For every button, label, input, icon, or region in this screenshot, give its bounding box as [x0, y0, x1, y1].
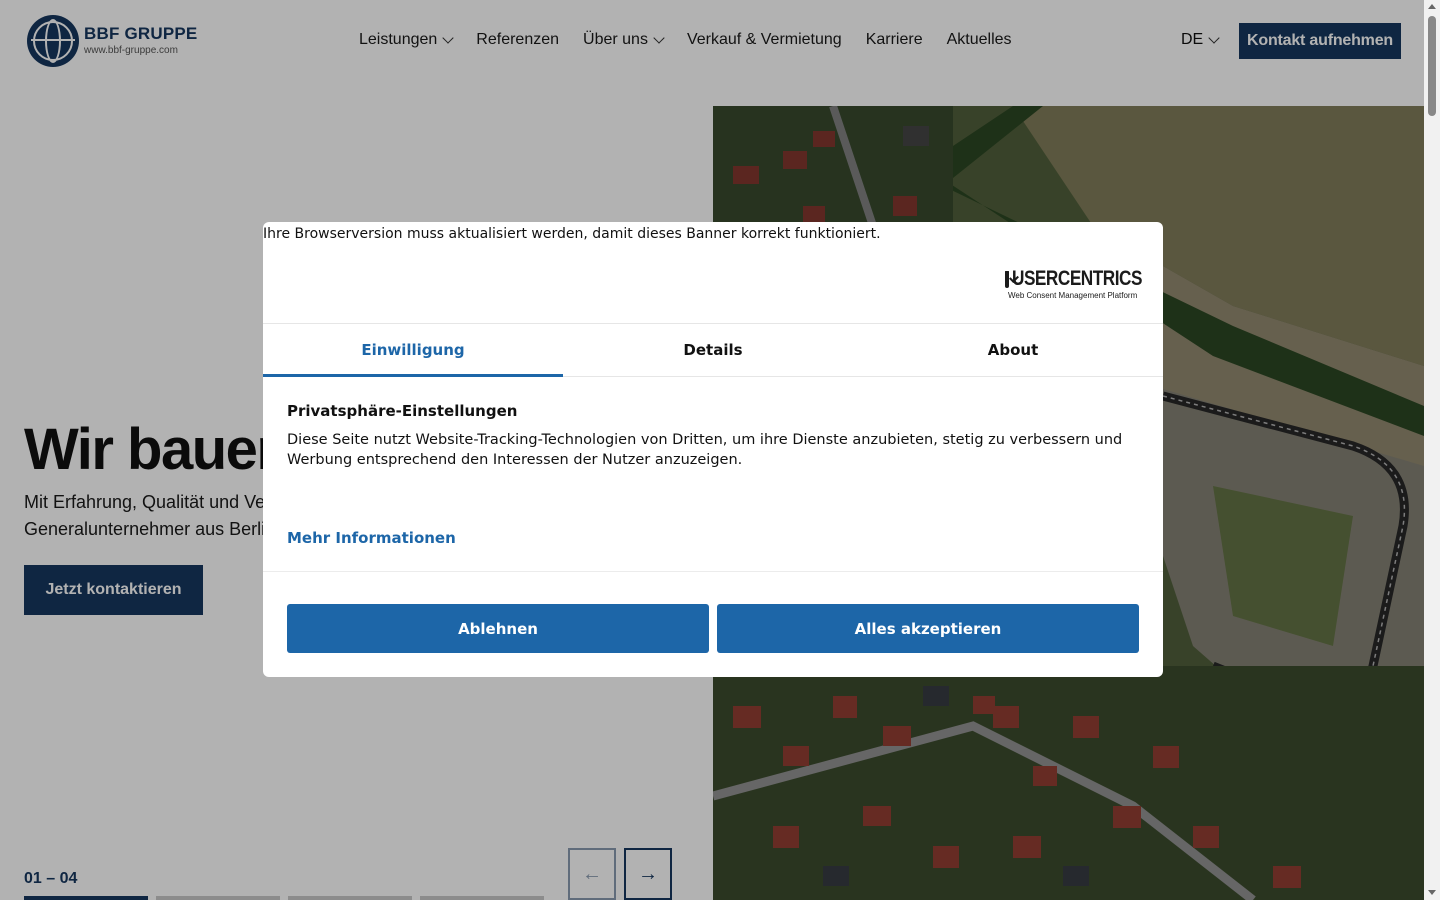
- page-scrollbar[interactable]: [1424, 0, 1440, 900]
- tab-about[interactable]: About: [863, 324, 1163, 376]
- scroll-down-arrow-icon[interactable]: [1428, 890, 1436, 895]
- accept-all-button[interactable]: Alles akzeptieren: [717, 604, 1139, 653]
- consent-dialog: Ihre Browserversion muss aktualisiert we…: [263, 222, 1163, 677]
- divider: [263, 571, 1163, 572]
- consent-title: Privatsphäre-Einstellungen: [287, 402, 518, 420]
- shield-check-icon: [1005, 270, 1009, 288]
- tab-einwilligung[interactable]: Einwilligung: [263, 324, 563, 377]
- decline-button[interactable]: Ablehnen: [287, 604, 709, 653]
- usercentrics-logo: USERCENTRICS Web Consent Management Plat…: [1005, 267, 1142, 300]
- consent-tabs: Einwilligung Details About: [263, 323, 1163, 377]
- more-info-link[interactable]: Mehr Informationen: [287, 529, 456, 547]
- tab-details[interactable]: Details: [563, 324, 863, 376]
- scroll-up-arrow-icon[interactable]: [1428, 4, 1436, 9]
- browser-warning: Ihre Browserversion muss aktualisiert we…: [263, 226, 881, 242]
- scrollbar-thumb[interactable]: [1428, 16, 1436, 116]
- consent-description: Diese Seite nutzt Website-Tracking-Techn…: [287, 432, 1123, 468]
